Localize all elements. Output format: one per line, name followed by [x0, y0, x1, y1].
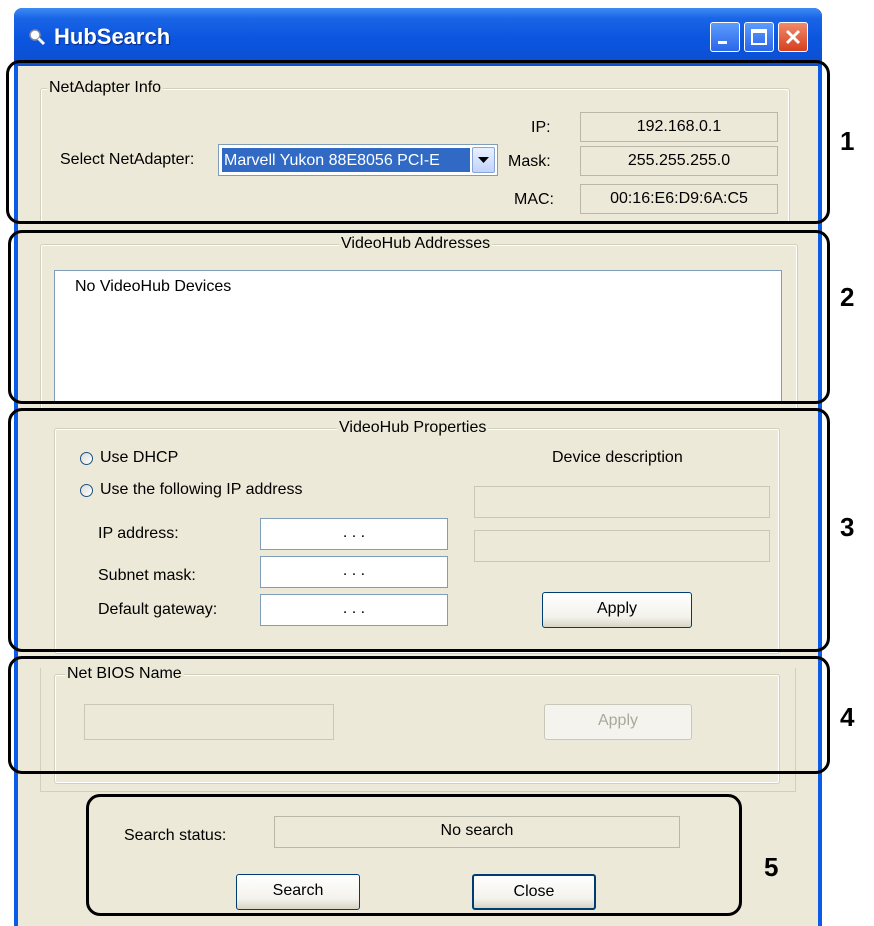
title-bar[interactable]: HubSearch: [14, 8, 822, 66]
close-window-button[interactable]: [778, 22, 808, 52]
minimize-icon: [718, 41, 727, 44]
callout-number-3: 3: [840, 512, 855, 542]
callout-box-2: [8, 230, 830, 404]
callout-number-2: 2: [840, 282, 855, 312]
maximize-icon: [751, 29, 767, 45]
close-icon: [785, 29, 801, 45]
callout-number-5: 5: [764, 852, 779, 882]
callout-number-4: 4: [840, 702, 855, 732]
callout-box-1: [6, 60, 830, 224]
callout-number-1: 1: [840, 126, 855, 156]
minimize-button[interactable]: [710, 22, 740, 52]
app-icon: [29, 29, 46, 46]
callout-box-5: [86, 794, 742, 916]
window-title: HubSearch: [54, 24, 171, 49]
callout-box-4: [8, 656, 830, 774]
callout-box-3: [8, 408, 830, 652]
maximize-button[interactable]: [744, 22, 774, 52]
